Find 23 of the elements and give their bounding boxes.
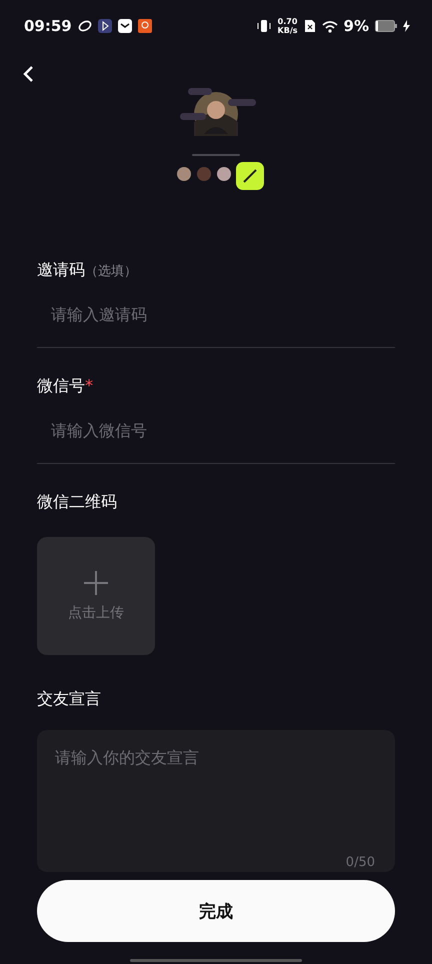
text-input-field[interactable]: 请输入微信号 — [37, 397, 395, 464]
field-label: 微信二维码 — [37, 492, 117, 513]
network-speed: 0.70 KB/s — [278, 17, 298, 35]
wifi-icon — [322, 20, 338, 32]
character-counter: 0/50 — [346, 855, 375, 870]
field-label: 交友宣言 — [37, 689, 101, 710]
app-notification-icon — [78, 19, 92, 33]
back-icon — [22, 65, 34, 83]
field-label: 微信号 — [37, 376, 85, 397]
required-mark: * — [85, 376, 93, 395]
vibrate-icon — [256, 19, 272, 33]
battery-icon — [375, 20, 397, 32]
field-label: 邀请码 — [37, 260, 85, 281]
battery-percent: 9% — [344, 17, 369, 35]
camera-app-icon — [138, 19, 152, 33]
submit-button[interactable]: 完成 — [37, 880, 395, 942]
play-app-icon — [98, 19, 112, 33]
plus-icon — [83, 570, 109, 596]
status-time: 09:59 — [24, 17, 72, 35]
sim-off-icon — [304, 19, 316, 33]
optional-hint: （选填） — [85, 263, 137, 280]
text-input-field[interactable]: 请输入邀请码 — [37, 281, 395, 348]
mail-app-icon — [118, 19, 132, 33]
